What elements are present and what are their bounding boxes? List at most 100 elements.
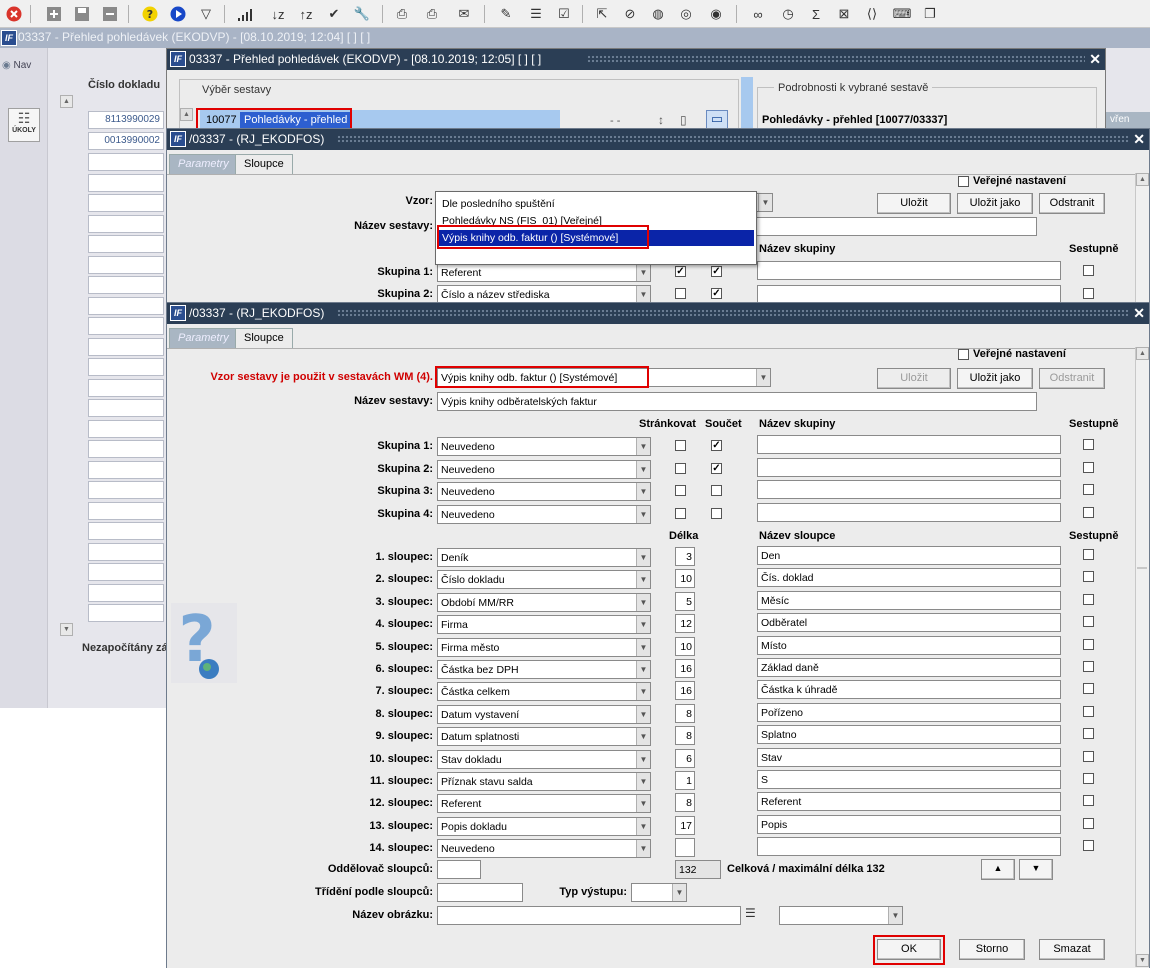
save-button[interactable]: Uložit xyxy=(877,193,951,214)
column-length-field[interactable]: 17 xyxy=(675,815,695,835)
column-desc-checkbox[interactable] xyxy=(1083,817,1094,829)
chevron-down-icon[interactable]: ▼ xyxy=(636,264,650,281)
scroll-down-icon[interactable]: ▼ xyxy=(60,623,73,636)
column-select[interactable]: Stav dokladu ▼ xyxy=(437,749,651,769)
group-sum-checkbox[interactable]: ✓ xyxy=(711,440,722,451)
column-name-field[interactable]: Splatno xyxy=(757,725,1061,745)
group-1-page-checkbox[interactable]: ✓ xyxy=(675,266,686,277)
column-select[interactable]: Firma město ▼ xyxy=(437,637,651,657)
wrench-icon[interactable]: 🔧 xyxy=(352,4,372,24)
chevron-down-icon[interactable]: ▼ xyxy=(636,683,650,701)
dropdown-option[interactable]: Dle posledního spuštění xyxy=(442,198,555,210)
background-scrollbar[interactable]: ▲ ▼ xyxy=(60,95,74,636)
scroll-up-icon[interactable]: ▲ xyxy=(1136,173,1149,186)
column-length-field[interactable]: 16 xyxy=(675,681,695,701)
column-length-field[interactable]: 3 xyxy=(675,547,695,566)
chevron-down-icon[interactable]: ▼ xyxy=(888,907,902,924)
chevron-down-icon[interactable]: ▼ xyxy=(636,638,650,656)
column-name-field[interactable]: S xyxy=(757,770,1061,789)
sort-arrows-icon[interactable]: ↕ xyxy=(658,113,664,127)
column-desc-checkbox[interactable] xyxy=(1083,795,1094,807)
table-cell[interactable] xyxy=(88,542,164,561)
delete-icon[interactable] xyxy=(100,4,120,24)
group-sum-checkbox[interactable] xyxy=(711,485,722,496)
group-name-field[interactable] xyxy=(757,435,1061,454)
chevron-down-icon[interactable]: ▼ xyxy=(636,549,650,566)
table-cell[interactable]: 0013990002 xyxy=(88,132,164,150)
column-length-field[interactable]: 10 xyxy=(675,636,695,656)
column-length-field[interactable]: 5 xyxy=(675,591,695,611)
delete-button[interactable]: Smazat xyxy=(1039,939,1105,960)
chevron-down-icon[interactable]: ▼ xyxy=(636,438,650,455)
column-length-field[interactable]: 8 xyxy=(675,793,695,813)
column-length-field[interactable]: 1 xyxy=(675,771,695,790)
export-icon[interactable]: ⇱ xyxy=(592,4,612,24)
report-name-field[interactable] xyxy=(755,217,1037,236)
checklist-icon[interactable]: ☑ xyxy=(554,4,574,24)
group-1-name-field[interactable] xyxy=(757,261,1061,280)
column-desc-checkbox[interactable] xyxy=(1083,638,1094,650)
group-page-checkbox[interactable] xyxy=(675,507,686,519)
sort-za-icon[interactable]: ↑z xyxy=(296,4,316,24)
chevron-down-icon[interactable]: ▼ xyxy=(636,505,650,523)
add-icon[interactable] xyxy=(44,4,64,24)
chevron-down-icon[interactable]: ▼ xyxy=(636,661,650,678)
scroll-up-icon[interactable]: ▲ xyxy=(60,95,73,108)
help-icon[interactable]: ? xyxy=(140,4,160,24)
vzor-dropdown-edge[interactable]: ▼ xyxy=(755,193,773,212)
image-name-field[interactable] xyxy=(437,906,741,925)
column-length-field[interactable]: 10 xyxy=(675,569,695,589)
table-cell[interactable] xyxy=(88,214,164,233)
remove-button[interactable]: Odstranit xyxy=(1039,368,1105,389)
group-name-field[interactable] xyxy=(757,502,1061,522)
group-name-field[interactable] xyxy=(757,480,1061,499)
column-name-field[interactable]: Referent xyxy=(757,792,1061,812)
book-icon[interactable]: ❐ xyxy=(920,4,940,24)
separator-field[interactable] xyxy=(437,860,481,879)
tab-parametry[interactable]: Parametry xyxy=(169,154,238,174)
column-select[interactable]: Částka bez DPH ▼ xyxy=(437,660,651,679)
table-cell[interactable] xyxy=(88,378,164,397)
table-cell[interactable] xyxy=(88,235,164,253)
close-icon[interactable]: ✕ xyxy=(1089,51,1101,68)
remove-button[interactable]: Odstranit xyxy=(1039,193,1105,214)
table-cell[interactable] xyxy=(88,419,164,438)
group-name-field[interactable] xyxy=(757,457,1061,477)
chevron-down-icon[interactable]: ▼ xyxy=(636,750,650,768)
column-length-field[interactable]: 8 xyxy=(675,726,695,746)
tab-sloupce[interactable]: Sloupce xyxy=(235,328,293,348)
column-select[interactable]: Firma ▼ xyxy=(437,615,651,635)
chevron-down-icon[interactable]: ▼ xyxy=(636,705,650,723)
excel-icon[interactable]: ⊠ xyxy=(834,4,854,24)
column-desc-checkbox[interactable] xyxy=(1083,661,1094,672)
group-2-sum-checkbox[interactable]: ✓ xyxy=(711,288,722,299)
output-type-select[interactable]: ▼ xyxy=(631,883,687,902)
column-name-field[interactable]: Den xyxy=(757,546,1061,565)
column-desc-checkbox[interactable] xyxy=(1083,750,1094,762)
group-desc-checkbox[interactable] xyxy=(1083,484,1094,495)
group-sum-checkbox[interactable] xyxy=(711,507,722,519)
chevron-down-icon[interactable]: ▼ xyxy=(636,840,650,858)
close-icon[interactable]: ✕ xyxy=(1133,131,1145,148)
column-desc-checkbox[interactable] xyxy=(1083,571,1094,583)
monitor-icon[interactable]: ▭ xyxy=(706,110,728,130)
table-cell[interactable] xyxy=(88,194,164,212)
public-checkbox[interactable] xyxy=(958,176,969,187)
group-1-desc-checkbox[interactable] xyxy=(1083,265,1094,276)
column-length-field[interactable]: 8 xyxy=(675,703,695,723)
table-cell[interactable] xyxy=(88,173,164,192)
dialog-scrollbar[interactable]: ▲ xyxy=(1135,173,1149,303)
group-page-checkbox[interactable] xyxy=(675,440,686,451)
sort-az-icon[interactable]: ↓z xyxy=(268,4,288,24)
chevron-down-icon[interactable]: ▼ xyxy=(636,616,650,634)
attach-icon[interactable]: ⊘ xyxy=(620,4,640,24)
chart-icon[interactable] xyxy=(236,4,256,24)
column-desc-checkbox[interactable] xyxy=(1083,840,1094,852)
table-cell[interactable] xyxy=(88,255,164,274)
chevron-down-icon[interactable]: ▼ xyxy=(636,460,650,478)
keyboard-icon[interactable]: ⌨ xyxy=(892,4,912,24)
scroll-up-icon[interactable]: ▲ xyxy=(1136,347,1149,360)
column-length-field[interactable]: 12 xyxy=(675,614,695,634)
group-1-select[interactable]: Referent ▼ xyxy=(437,263,651,282)
clock-icon[interactable]: ◷ xyxy=(778,4,798,24)
